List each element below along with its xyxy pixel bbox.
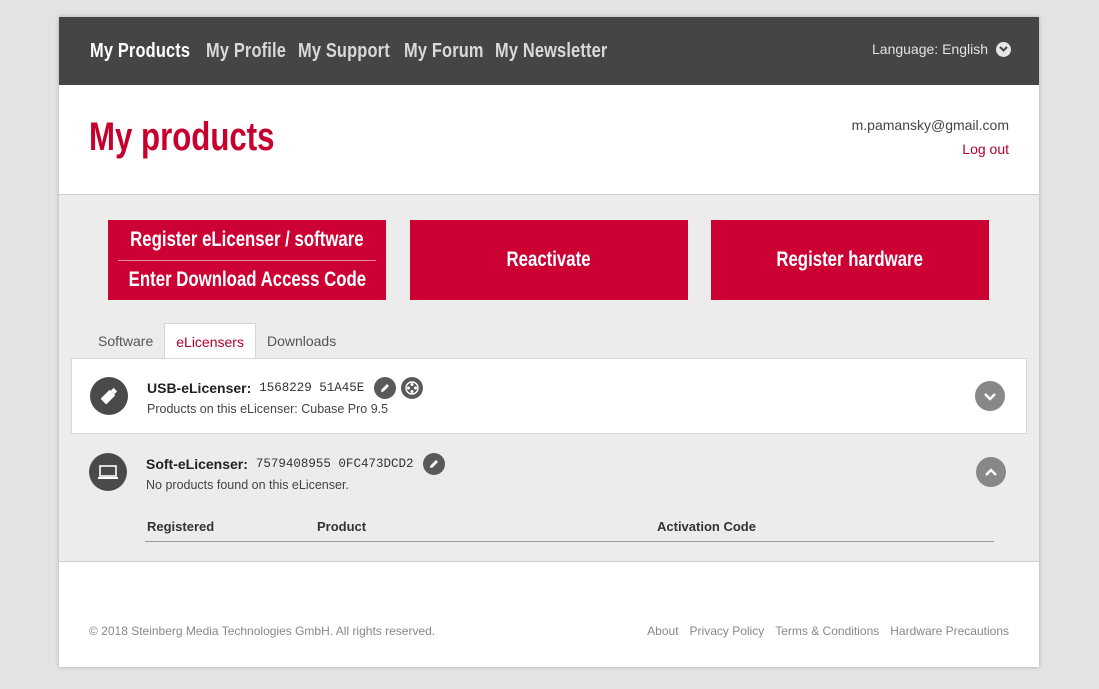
nav-my-profile[interactable]: My Profile [206,40,286,63]
footer-link-about[interactable]: About [647,624,678,638]
column-registered: Registered [147,519,215,534]
pencil-icon[interactable] [423,453,446,475]
register-hardware-label: Register hardware [776,248,924,271]
enter-download-code-label: Enter Download Access Code [128,268,366,292]
footer-links: About Privacy Policy Terms & Conditions … [636,624,1009,638]
page-container: My Products My Profile My Support My For… [59,17,1039,667]
chevron-down-icon [996,41,1011,57]
register-elicenser-button[interactable]: Register eLicenser / software [108,220,386,260]
page-title: My products [89,115,275,159]
copyright-text: © 2018 Steinberg Media Technologies GmbH… [89,624,436,638]
laptop-icon [89,453,127,491]
tab-bar: Software eLicensers Downloads [87,323,347,359]
language-selector[interactable]: Language: English [872,41,1011,57]
language-label: Language: English [872,41,988,57]
register-elicenser-group: Register eLicenser / software Enter Down… [108,220,386,300]
register-elicenser-label: Register eLicenser / software [130,227,364,251]
transfer-icon[interactable] [401,377,424,399]
usb-stick-icon [90,377,128,415]
usb-elicenser-serial: 1568229 51A45E [259,381,365,395]
soft-elicenser-title: Soft-eLicenser: 7579408955 0FC473DCD2 [146,453,450,475]
nav-my-products[interactable]: My Products [90,40,190,63]
nav-my-forum[interactable]: My Forum [404,40,484,63]
tab-downloads[interactable]: Downloads [256,323,347,359]
reactivate-label: Reactivate [506,248,592,271]
column-product: Product [317,519,367,534]
page-header: My products m.pamansky@gmail.com Log out [59,85,1039,195]
usb-elicenser-products: Products on this eLicenser: Cubase Pro 9… [147,402,389,416]
pencil-icon[interactable] [374,377,397,399]
enter-download-code-button[interactable]: Enter Download Access Code [108,260,386,300]
tab-software[interactable]: Software [87,323,164,359]
soft-elicenser-name: Soft-eLicenser: [146,456,248,472]
collapse-chevron-up-icon[interactable] [976,457,1006,487]
footer-link-terms[interactable]: Terms & Conditions [775,624,879,638]
footer-link-privacy[interactable]: Privacy Policy [690,624,765,638]
reactivate-button[interactable]: Reactivate [410,220,688,300]
usb-elicenser-name: USB-eLicenser: [147,380,252,396]
soft-elicenser-row: Soft-eLicenser: 7579408955 0FC473DCD2 No… [71,435,1027,561]
main-content: Register eLicenser / software Enter Down… [59,195,1039,562]
usb-elicenser-title: USB-eLicenser: 1568229 51A45E [147,377,428,399]
expand-chevron-down-icon[interactable] [975,381,1005,411]
top-navigation: My Products My Profile My Support My For… [59,17,1039,85]
usb-elicenser-row: USB-eLicenser: 1568229 51A45E Products o… [71,358,1027,434]
user-email: m.pamansky@gmail.com [851,117,1009,133]
tab-elicensers[interactable]: eLicensers [164,323,256,359]
logout-link[interactable]: Log out [962,141,1009,157]
footer-link-hardware-precautions[interactable]: Hardware Precautions [890,624,1009,638]
nav-my-newsletter[interactable]: My Newsletter [495,40,607,63]
registration-table-header: Registered Product Activation Code [145,519,994,542]
column-activation-code: Activation Code [657,519,756,534]
soft-elicenser-products: No products found on this eLicenser. [146,478,349,492]
register-hardware-button[interactable]: Register hardware [711,220,989,300]
nav-my-support[interactable]: My Support [298,40,390,63]
soft-elicenser-serial: 7579408955 0FC473DCD2 [255,457,414,471]
